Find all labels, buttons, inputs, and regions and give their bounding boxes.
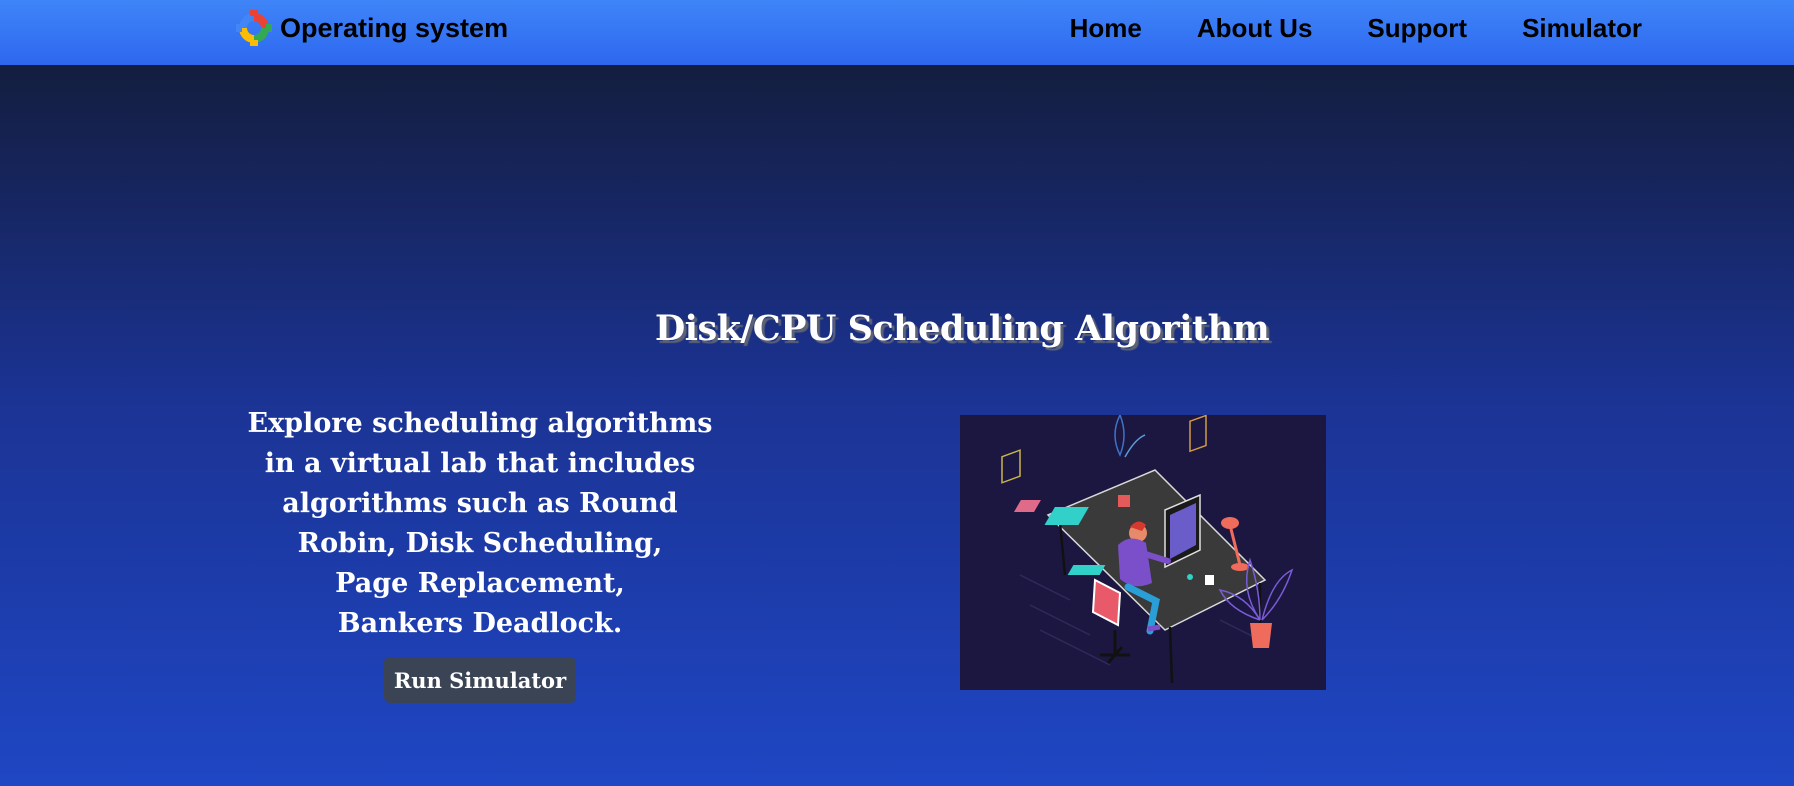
brand-name: Operating system [280, 12, 509, 43]
hero-description-line: Bankers Deadlock. [337, 608, 623, 639]
frame-decoration [1001, 449, 1021, 484]
developer-at-desk-illustration [960, 415, 1326, 690]
brand-link[interactable]: Operating system [236, 4, 508, 52]
hero-description-line: algorithms such as Round [282, 488, 678, 519]
frame-decoration [1189, 415, 1207, 453]
hero-title: Disk/CPU Scheduling Algorithm [654, 308, 1270, 349]
run-simulator-button[interactable]: Run Simulator [384, 657, 576, 703]
hero-description-line: Robin, Disk Scheduling, [297, 528, 663, 559]
nav-link-simulator[interactable]: Simulator [1522, 13, 1642, 44]
nav-link-home[interactable]: Home [1070, 13, 1142, 44]
os-logo-icon [236, 10, 272, 46]
nav-link-support[interactable]: Support [1367, 13, 1467, 44]
hero-description-line: in a virtual lab that includes [264, 448, 696, 479]
plant-pot [1250, 623, 1272, 648]
nav-links: Home About Us Support Simulator [1070, 4, 1642, 52]
illustration-graphic [1001, 415, 1294, 684]
hero-description-line: Explore scheduling algorithms [247, 408, 713, 439]
hero-description: Explore scheduling algorithms in a virtu… [225, 404, 735, 644]
hero-description-line: Page Replacement, [335, 568, 625, 599]
nav-link-about-us[interactable]: About Us [1197, 13, 1313, 44]
navbar: Operating system Home About Us Support S… [0, 0, 1794, 65]
